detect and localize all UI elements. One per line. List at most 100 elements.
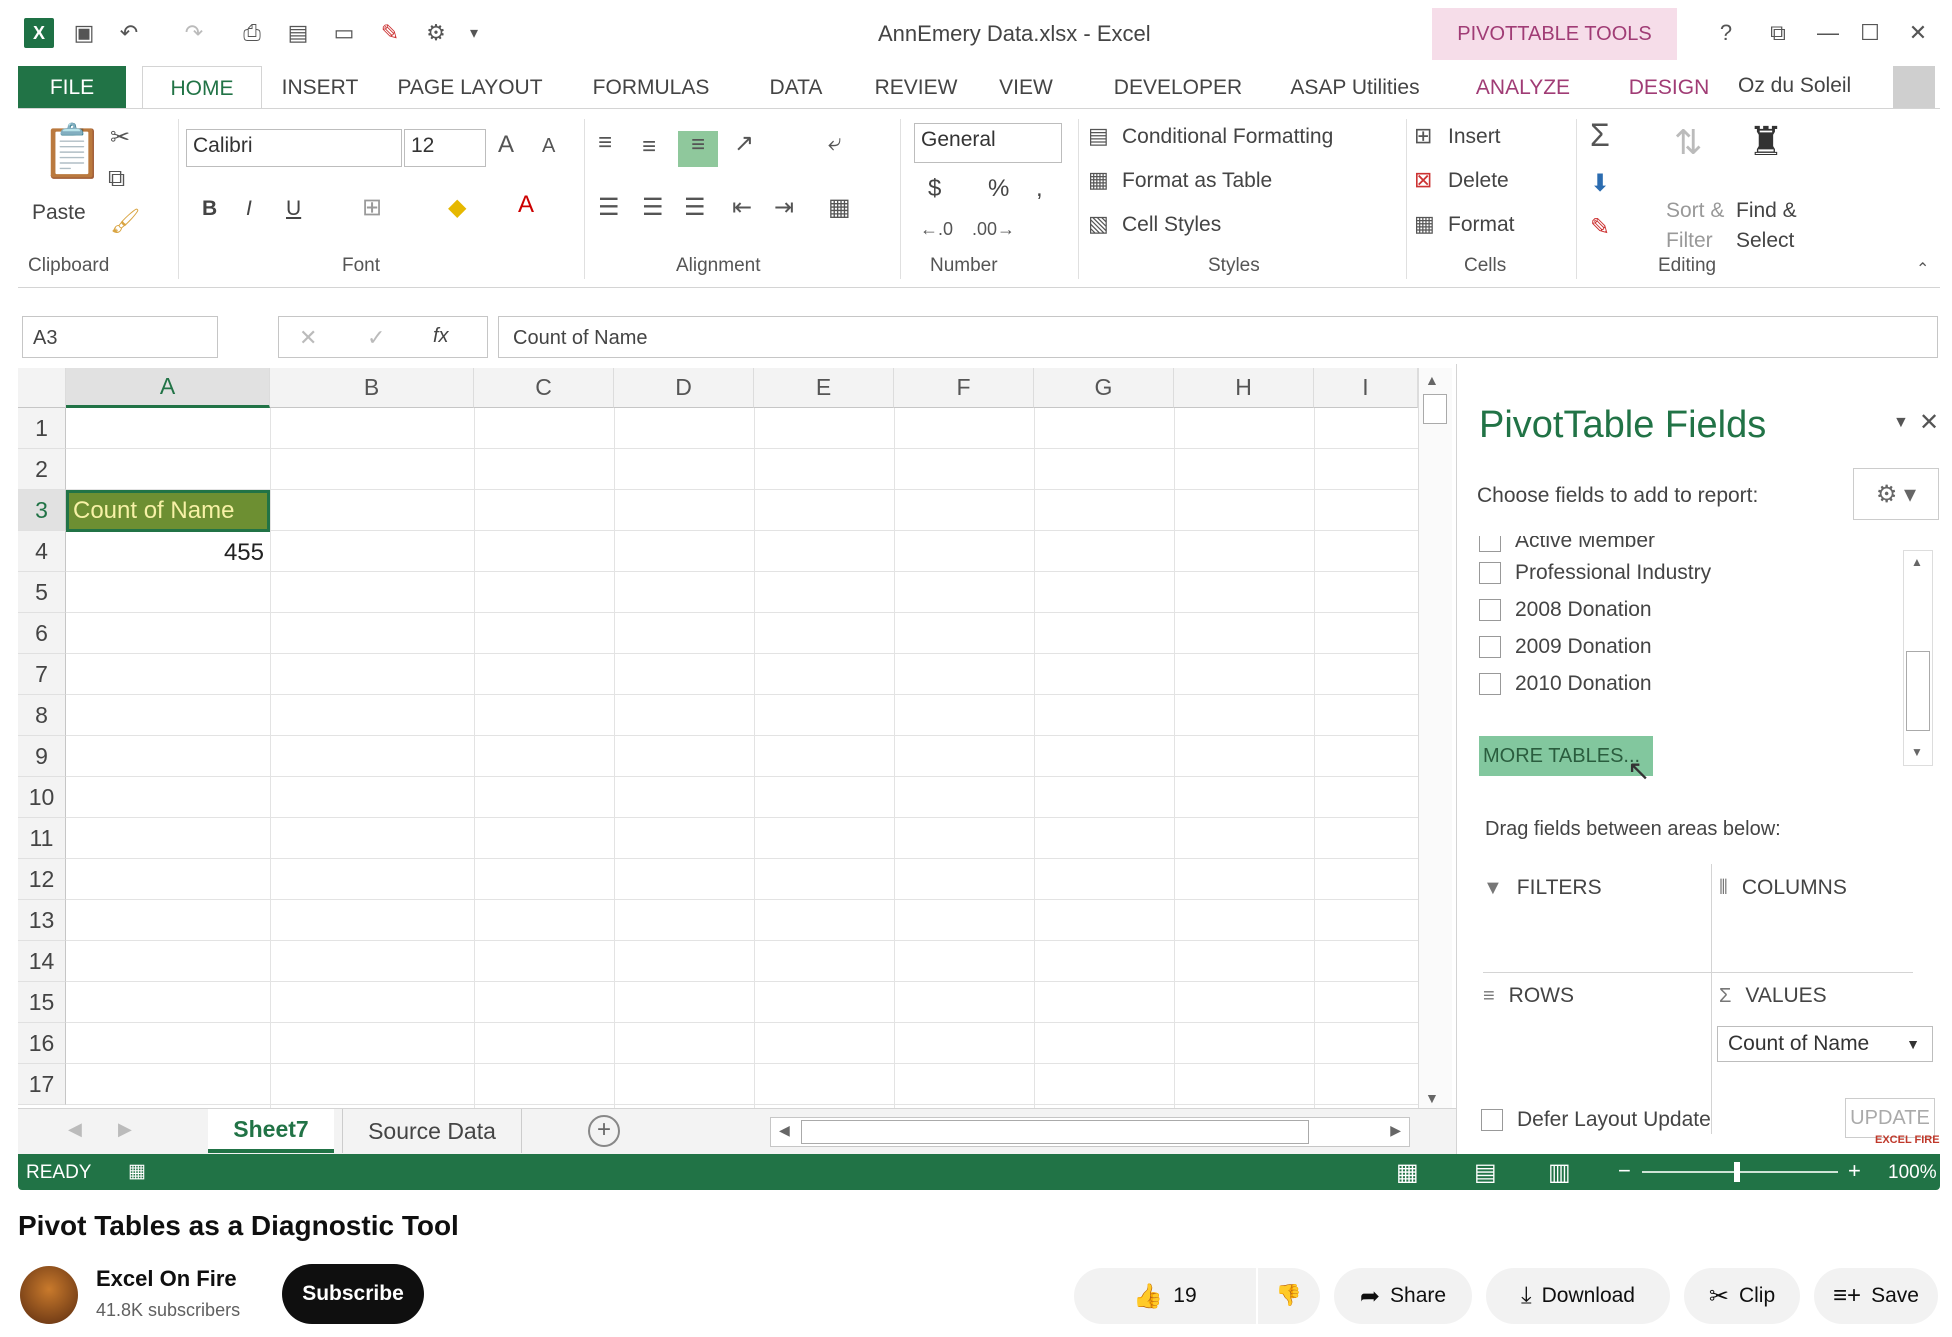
values-area[interactable]: Σ VALUES — [1719, 984, 1827, 1008]
clear-icon[interactable]: ✎ — [1590, 213, 1610, 242]
save-icon[interactable]: ▣ — [68, 18, 100, 48]
channel-name[interactable]: Excel On Fire — [96, 1266, 237, 1292]
align-top-icon[interactable]: ≡ — [598, 129, 612, 157]
find-select-line1[interactable]: Find & — [1736, 199, 1797, 223]
redo-icon[interactable]: ↷ — [178, 18, 210, 48]
close-pane-icon[interactable]: ✕ — [1919, 408, 1939, 437]
undo-icon[interactable]: ↶ — [113, 18, 145, 48]
column-header-i[interactable]: I — [1314, 368, 1418, 408]
font-color-icon[interactable]: A — [518, 191, 534, 219]
row-header[interactable]: 12 — [18, 859, 66, 900]
field-item[interactable]: 2010 Donation — [1479, 669, 1652, 699]
row-header[interactable]: 13 — [18, 900, 66, 941]
field-item[interactable]: 2008 Donation — [1479, 595, 1652, 625]
insert-button[interactable]: Insert — [1448, 125, 1501, 149]
vertical-scrollbar[interactable]: ▲ ▼ — [1418, 368, 1452, 1112]
gear-icon[interactable]: ⚙ ▾ — [1853, 468, 1939, 520]
grow-font-icon[interactable]: A — [498, 131, 514, 159]
row-header[interactable]: 11 — [18, 818, 66, 859]
save-button[interactable]: ≡+ Save — [1814, 1268, 1938, 1324]
filters-area[interactable]: ▼ FILTERS — [1483, 876, 1602, 900]
bold-button[interactable]: B — [202, 197, 217, 221]
increase-indent-icon[interactable]: ⇥ — [774, 193, 794, 222]
cell-styles-icon[interactable]: ▧ — [1088, 211, 1109, 237]
row-header[interactable]: 15 — [18, 982, 66, 1023]
normal-view-icon[interactable]: ▦ — [1396, 1158, 1419, 1187]
pane-options-icon[interactable]: ▼ — [1893, 414, 1909, 432]
paste-icon[interactable]: 📋 — [40, 121, 105, 182]
print-preview-icon[interactable]: ⎙ — [236, 18, 268, 48]
column-header-b[interactable]: B — [270, 368, 474, 408]
column-header-a[interactable]: A — [66, 368, 270, 408]
zoom-level[interactable]: 100% — [1888, 1162, 1937, 1184]
font-size-select[interactable]: 12 — [404, 129, 486, 167]
sort-filter-line2[interactable]: Filter — [1666, 229, 1713, 253]
find-select-line2[interactable]: Select — [1736, 229, 1794, 253]
delete-button[interactable]: Delete — [1448, 169, 1509, 193]
align-left-icon[interactable]: ☰ — [598, 193, 620, 222]
align-right-icon[interactable]: ☰ — [684, 193, 706, 222]
select-all-corner[interactable] — [18, 368, 66, 408]
share-button[interactable]: ➦ Share — [1334, 1268, 1472, 1324]
decrease-indent-icon[interactable]: ⇤ — [732, 193, 752, 222]
field-item[interactable]: Active Member — [1479, 536, 1655, 556]
comma-button[interactable]: , — [1036, 175, 1043, 203]
ribbon-display-options-icon[interactable]: ⧉ — [1758, 18, 1798, 48]
orientation-icon[interactable]: ↗ — [734, 129, 754, 158]
customize-qat-icon[interactable]: ▾ — [458, 18, 490, 48]
tab-data[interactable]: DATA — [748, 68, 844, 108]
shrink-font-icon[interactable]: A — [542, 135, 555, 158]
tab-page-layout[interactable]: PAGE LAYOUT — [390, 68, 550, 108]
horizontal-scrollbar[interactable]: ◀ ▶ — [770, 1117, 1410, 1147]
percent-button[interactable]: % — [988, 175, 1009, 203]
font-name-select[interactable]: Calibri — [186, 129, 402, 167]
worksheet-grid[interactable]: A B C D E F G H I 1 2 3 4 5 6 7 8 9 10 11 12 13 14 15 1… — [18, 368, 1418, 1108]
align-bottom-icon[interactable]: ≡ — [678, 131, 718, 167]
row-header[interactable]: 6 — [18, 613, 66, 654]
row-header[interactable]: 4 — [18, 531, 66, 572]
row-header[interactable]: 17 — [18, 1064, 66, 1105]
column-header-c[interactable]: C — [474, 368, 614, 408]
dislike-button[interactable]: 👎 — [1258, 1268, 1320, 1324]
video-frame[interactable]: X ▣ ↶ ↷ ⎙ ▤ ▭ ✎ ⚙ ▾ AnnEmery Data.xlsx -… — [18, 8, 1940, 1190]
paste-special-icon[interactable]: ▤ — [282, 18, 314, 48]
insert-function-button[interactable]: fx — [433, 325, 449, 348]
help-button[interactable]: ? — [1706, 18, 1746, 48]
conditional-formatting-icon[interactable]: ▤ — [1088, 123, 1109, 149]
zoom-slider-thumb[interactable] — [1734, 1162, 1740, 1182]
channel-avatar[interactable] — [20, 1266, 78, 1324]
user-avatar[interactable] — [1893, 66, 1935, 108]
format-as-table-button[interactable]: Format as Table — [1122, 169, 1272, 193]
format-button[interactable]: Format — [1448, 213, 1515, 237]
cut-icon[interactable]: ✂ — [110, 123, 130, 152]
field-item[interactable]: 2009 Donation — [1479, 632, 1652, 662]
row-header[interactable]: 1 — [18, 408, 66, 449]
borders-icon[interactable]: ⊞ — [362, 193, 382, 222]
merge-center-icon[interactable]: ▦ — [828, 193, 851, 222]
tab-review[interactable]: REVIEW — [866, 68, 966, 108]
collapse-ribbon-icon[interactable]: ⌃ — [1916, 259, 1929, 279]
user-name[interactable]: Oz du Soleil — [1738, 74, 1851, 98]
tab-developer[interactable]: DEVELOPER — [1096, 68, 1260, 108]
tab-formulas[interactable]: FORMULAS — [586, 68, 716, 108]
columns-area[interactable]: ⦀ COLUMNS — [1719, 876, 1847, 900]
tab-analyze[interactable]: ANALYZE — [1458, 68, 1588, 108]
close-icon[interactable]: ✕ — [1898, 18, 1938, 48]
field-item[interactable]: Professional Industry — [1479, 558, 1711, 588]
minimize-icon[interactable]: — — [1808, 18, 1848, 48]
fill-icon[interactable]: ⬇ — [1590, 169, 1610, 198]
paste-button[interactable]: Paste — [32, 201, 86, 225]
download-button[interactable]: ⤓ Download — [1486, 1268, 1670, 1324]
wrap-text-icon[interactable]: ⤶ — [828, 129, 841, 157]
sort-filter-line1[interactable]: Sort & — [1666, 199, 1724, 223]
eraser-icon[interactable]: ✎ — [374, 18, 406, 48]
zoom-in-icon[interactable]: + — [1848, 1158, 1861, 1184]
binoculars-icon[interactable]: ♜ — [1748, 119, 1784, 165]
align-middle-icon[interactable]: ≡ — [642, 133, 656, 161]
tab-home[interactable]: HOME — [142, 66, 262, 110]
tab-insert[interactable]: INSERT — [270, 68, 370, 108]
align-center-icon[interactable]: ☰ — [642, 193, 664, 222]
share-workbook-icon[interactable]: ⚙ — [420, 18, 452, 48]
rows-area[interactable]: ≡ ROWS — [1483, 984, 1574, 1008]
row-header[interactable]: 7 — [18, 654, 66, 695]
